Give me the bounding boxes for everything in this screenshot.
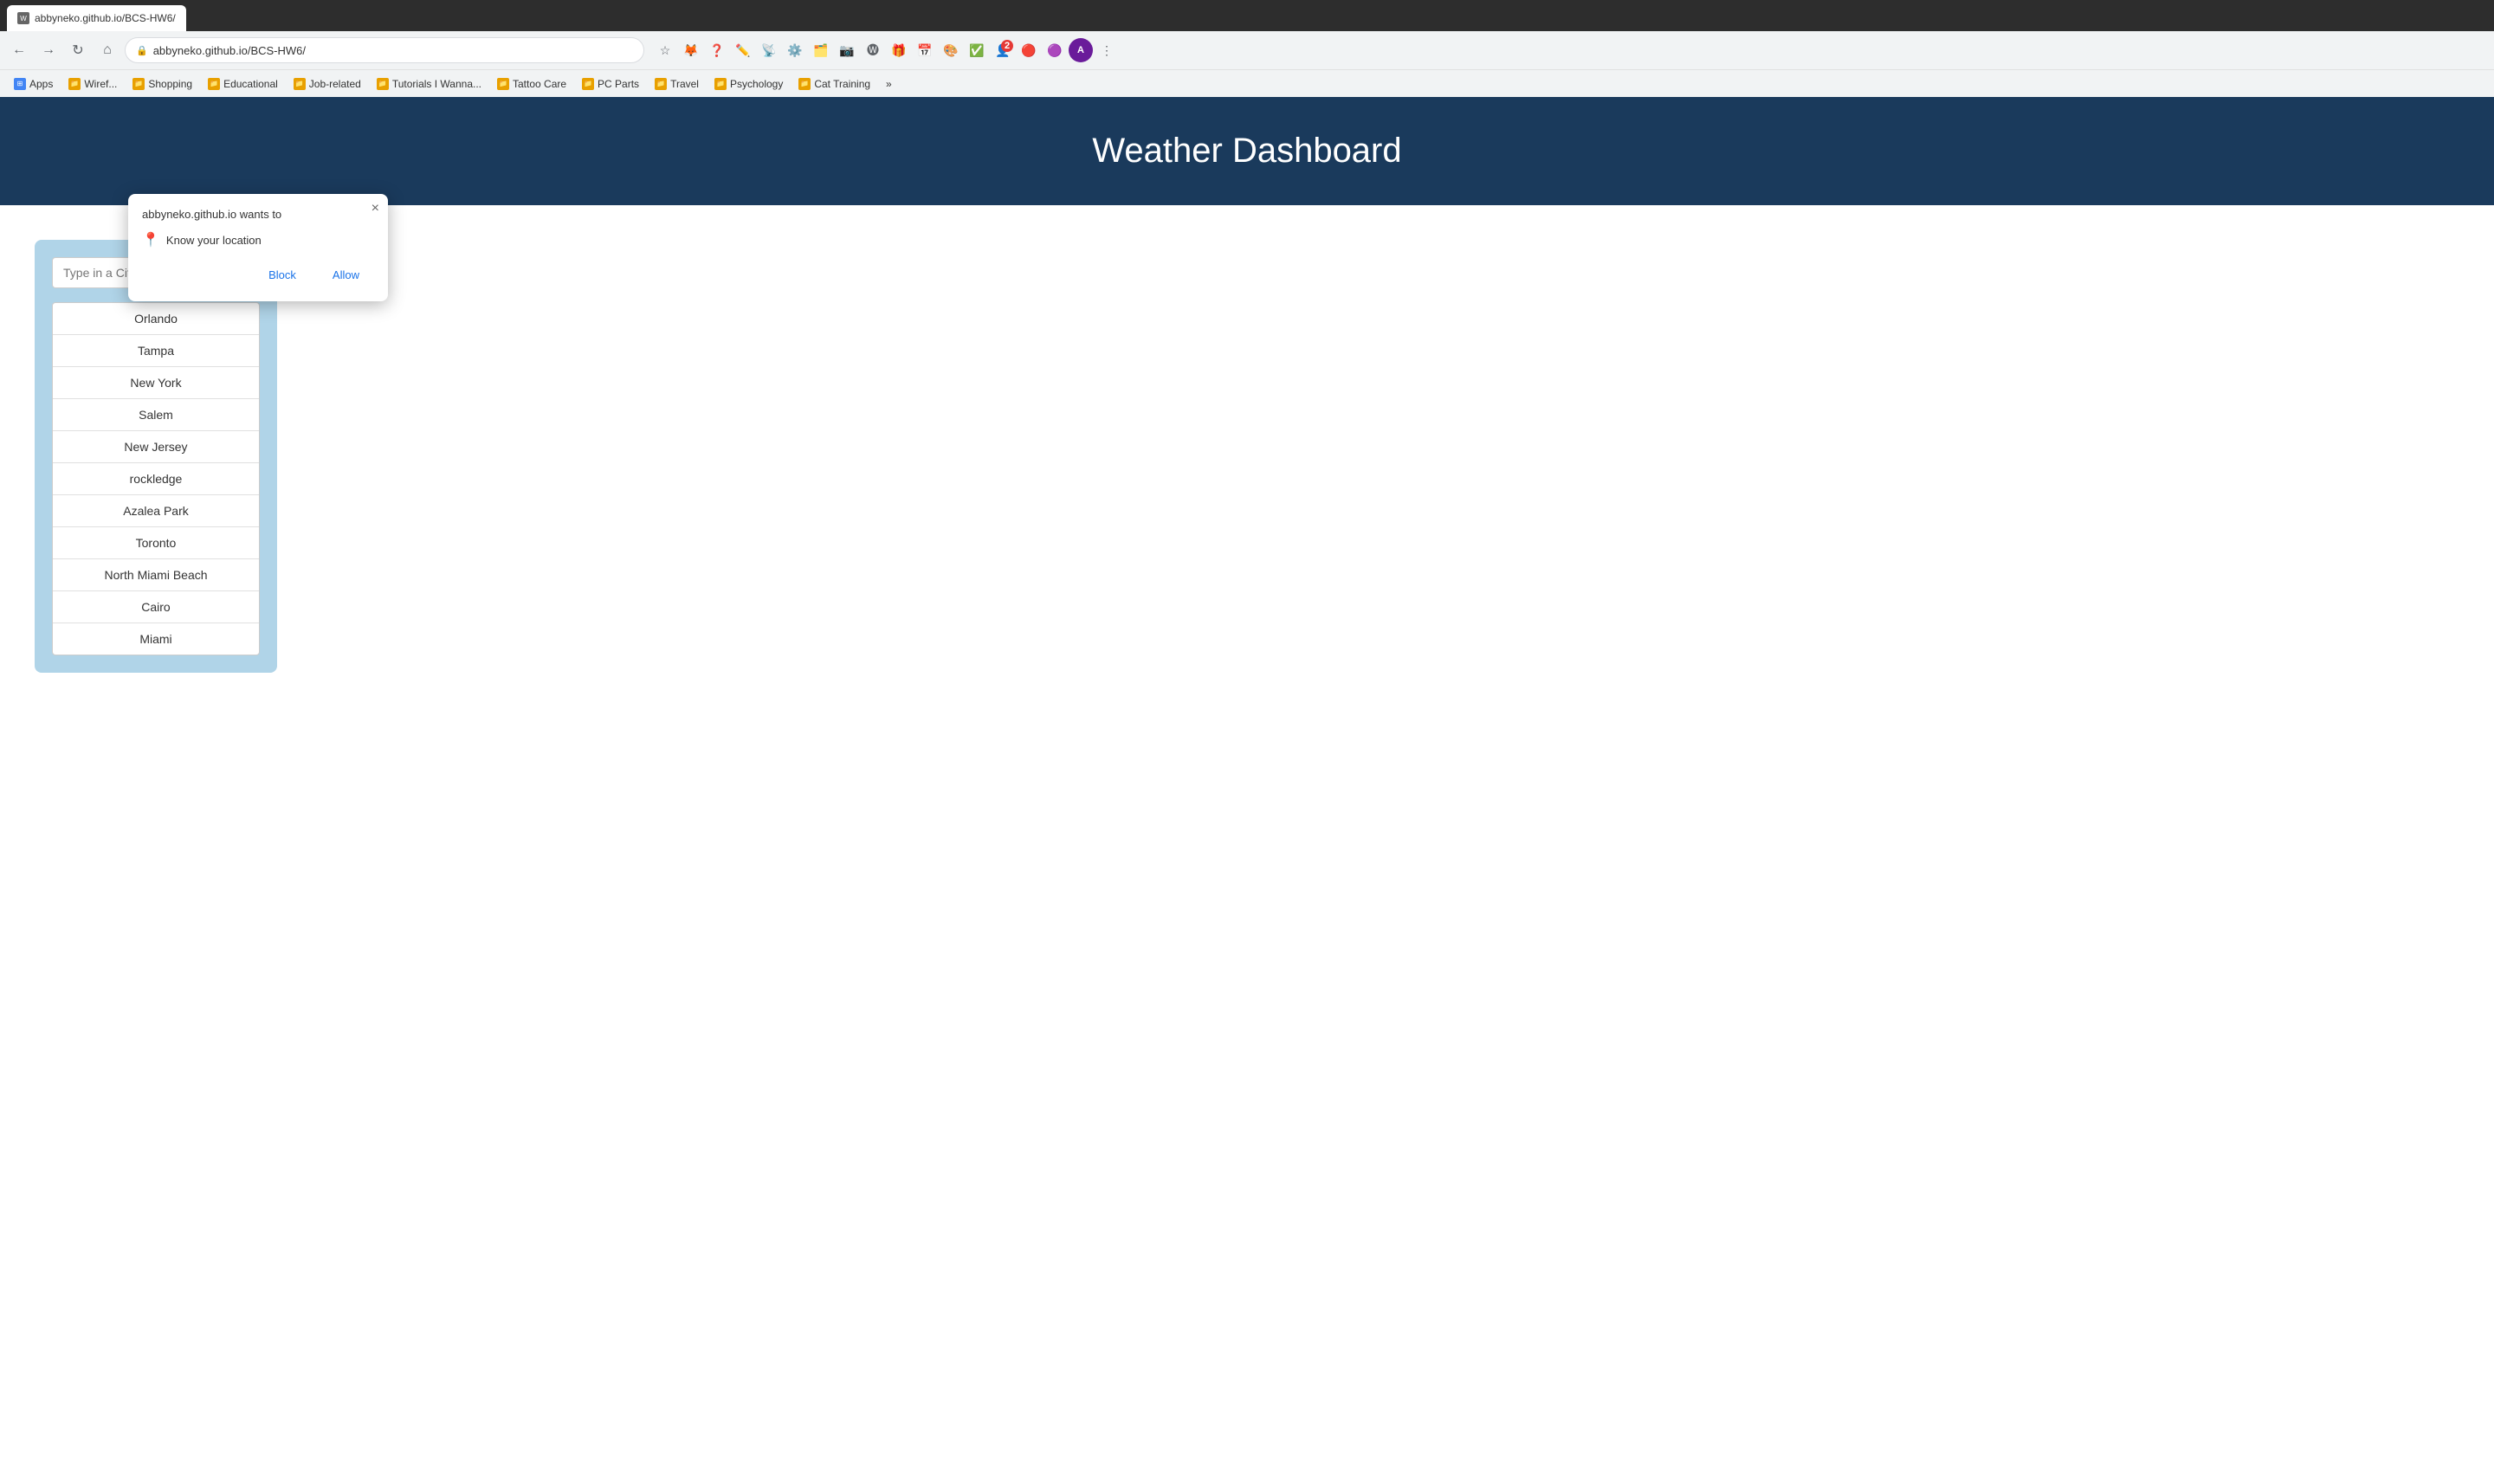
list-item[interactable]: Salem [53, 399, 259, 431]
extension-icon-calendar[interactable]: 📅 [913, 38, 937, 62]
bookmark-wiref-label: Wiref... [84, 78, 117, 90]
bookmark-pc[interactable]: 📁 PC Parts [575, 76, 646, 92]
address-bar[interactable]: 🔒 abbyneko.github.io/BCS-HW6/ [125, 37, 644, 63]
bookmark-more[interactable]: » [879, 76, 899, 92]
city-list: Orlando Tampa New York Salem New Jersey … [52, 302, 260, 655]
bookmark-psychology[interactable]: 📁 Psychology [707, 76, 790, 92]
folder-icon-2: 📁 [132, 78, 145, 90]
bookmark-job[interactable]: 📁 Job-related [287, 76, 368, 92]
refresh-button[interactable]: ↻ [66, 38, 90, 62]
extension-icon-6[interactable]: 🗂️ [809, 38, 833, 62]
page-title: Weather Dashboard [17, 132, 2477, 171]
extension-icon-wiki[interactable]: 🅦 [861, 38, 885, 62]
extension-icon-color[interactable]: 🎨 [939, 38, 963, 62]
bookmark-tutorials[interactable]: 📁 Tutorials I Wanna... [370, 76, 488, 92]
list-item[interactable]: New York [53, 367, 259, 399]
list-item[interactable]: New Jersey [53, 431, 259, 463]
list-item[interactable]: Tampa [53, 335, 259, 367]
extension-icon-gift[interactable]: 🎁 [887, 38, 911, 62]
bookmark-tattoo-label: Tattoo Care [513, 78, 566, 90]
folder-icon-6: 📁 [497, 78, 509, 90]
tab-bar: W abbyneko.github.io/BCS-HW6/ [0, 0, 2494, 31]
extension-icon-4[interactable]: 📡 [757, 38, 781, 62]
app-header: Weather Dashboard [0, 97, 2494, 205]
bookmark-tutorials-label: Tutorials I Wanna... [392, 78, 481, 90]
popup-close-button[interactable]: × [372, 201, 379, 216]
bookmark-apps-label: Apps [29, 78, 53, 90]
folder-icon-8: 📁 [655, 78, 667, 90]
star-button[interactable]: ☆ [653, 38, 677, 62]
folder-icon-7: 📁 [582, 78, 594, 90]
home-button[interactable]: ⌂ [95, 38, 120, 62]
tab-title: abbyneko.github.io/BCS-HW6/ [35, 12, 176, 24]
forward-button[interactable]: → [36, 38, 61, 62]
popup-buttons: Block Allow [142, 262, 374, 287]
list-item[interactable]: Orlando [53, 303, 259, 335]
extension-icon-profile[interactable]: A [1069, 38, 1093, 62]
extension-icon-badge[interactable]: 2 👤 [991, 38, 1015, 62]
extension-icon-3[interactable]: ✏️ [731, 38, 755, 62]
list-item[interactable]: Toronto [53, 527, 259, 559]
list-item[interactable]: rockledge [53, 463, 259, 495]
bookmarks-bar: ⊞ Apps 📁 Wiref... 📁 Shopping 📁 Education… [0, 69, 2494, 97]
folder-icon-3: 📁 [208, 78, 220, 90]
bookmark-pc-label: PC Parts [598, 78, 639, 90]
bookmark-apps[interactable]: ⊞ Apps [7, 76, 60, 92]
bookmark-shopping[interactable]: 📁 Shopping [126, 76, 199, 92]
popup-title: abbyneko.github.io wants to [142, 208, 374, 221]
bookmark-educational-label: Educational [223, 78, 278, 90]
more-button[interactable]: ⋮ [1095, 38, 1119, 62]
folder-icon-10: 📁 [798, 78, 811, 90]
folder-icon-4: 📁 [294, 78, 306, 90]
tab-favicon: W [17, 12, 29, 24]
extension-icon-1[interactable]: 🦊 [679, 38, 703, 62]
bookmark-shopping-label: Shopping [148, 78, 192, 90]
bookmark-tattoo[interactable]: 📁 Tattoo Care [490, 76, 573, 92]
bookmark-educational[interactable]: 📁 Educational [201, 76, 285, 92]
extension-icon-check[interactable]: ✅ [965, 38, 989, 62]
active-tab[interactable]: W abbyneko.github.io/BCS-HW6/ [7, 5, 186, 31]
url-text: abbyneko.github.io/BCS-HW6/ [153, 44, 306, 57]
allow-button[interactable]: Allow [318, 262, 374, 287]
apps-icon: ⊞ [14, 78, 26, 90]
extension-icon-2[interactable]: ❓ [705, 38, 729, 62]
folder-icon-9: 📁 [714, 78, 727, 90]
bookmark-travel[interactable]: 📁 Travel [648, 76, 706, 92]
bookmark-cat[interactable]: 📁 Cat Training [791, 76, 877, 92]
location-pin-icon: 📍 [142, 231, 159, 248]
permission-popup-overlay: × abbyneko.github.io wants to 📍 Know you… [128, 194, 388, 301]
bookmark-cat-label: Cat Training [814, 78, 870, 90]
bookmark-more-label: » [886, 78, 892, 90]
browser-chrome: W abbyneko.github.io/BCS-HW6/ ← → ↻ ⌂ 🔒 … [0, 0, 2494, 97]
extension-icon-purple[interactable]: 🟣 [1043, 38, 1067, 62]
extension-icon-camera[interactable]: 📷 [835, 38, 859, 62]
block-button[interactable]: Block [254, 262, 311, 287]
bookmark-job-label: Job-related [309, 78, 361, 90]
extension-icon-red[interactable]: 🔴 [1017, 38, 1041, 62]
list-item[interactable]: Miami [53, 623, 259, 655]
weather-card: 🔍 Orlando Tampa New York Salem New Jerse… [35, 240, 277, 673]
folder-icon-1: 📁 [68, 78, 81, 90]
list-item[interactable]: North Miami Beach [53, 559, 259, 591]
folder-icon-5: 📁 [377, 78, 389, 90]
list-item[interactable]: Azalea Park [53, 495, 259, 527]
bookmark-travel-label: Travel [670, 78, 699, 90]
lock-icon: 🔒 [136, 45, 148, 56]
popup-permission-text: Know your location [166, 234, 262, 247]
popup-permission-row: 📍 Know your location [142, 231, 374, 248]
app-content: × abbyneko.github.io wants to 📍 Know you… [0, 97, 2494, 725]
extension-icon-5[interactable]: ⚙️ [783, 38, 807, 62]
toolbar-icons: ☆ 🦊 ❓ ✏️ 📡 ⚙️ 🗂️ 📷 🅦 🎁 📅 🎨 ✅ 2 👤 🔴 🟣 A ⋮ [653, 38, 1119, 62]
bookmark-wiref[interactable]: 📁 Wiref... [61, 76, 124, 92]
browser-toolbar: ← → ↻ ⌂ 🔒 abbyneko.github.io/BCS-HW6/ ☆ … [0, 31, 2494, 69]
back-button[interactable]: ← [7, 38, 31, 62]
permission-popup: × abbyneko.github.io wants to 📍 Know you… [128, 194, 388, 301]
list-item[interactable]: Cairo [53, 591, 259, 623]
bookmark-psychology-label: Psychology [730, 78, 783, 90]
